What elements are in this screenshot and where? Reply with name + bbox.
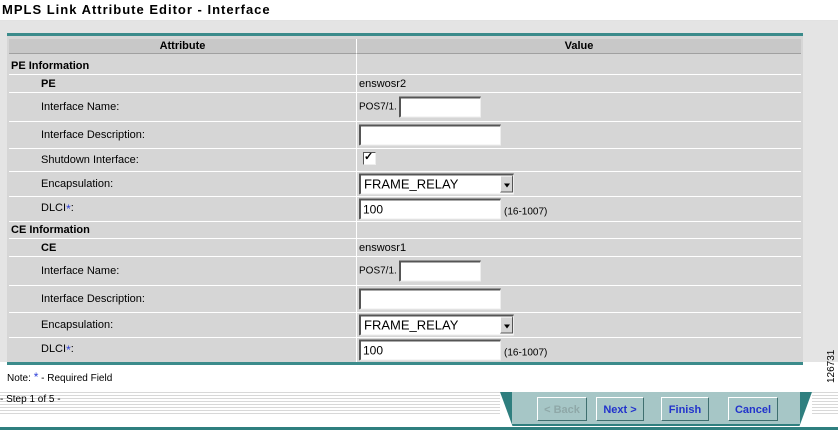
- pe-dlci-row: DLCI*: 100 (16-1007): [9, 197, 801, 221]
- ce-dlci-colon: :: [70, 343, 74, 355]
- ce-encapsulation-value: FRAME_RELAY: [364, 317, 459, 333]
- checkmark-icon: ✓: [364, 151, 374, 163]
- value-column-header: Value: [357, 39, 801, 54]
- chevron-down-icon[interactable]: [500, 316, 513, 334]
- pe-shutdown-row: Shutdown Interface: ✓: [9, 149, 801, 171]
- attribute-table: Attribute Value PE Information PE enswos…: [7, 33, 803, 365]
- footer-stripes-right: [812, 390, 838, 416]
- ce-encapsulation-row: Encapsulation: FRAME_RELAY: [9, 313, 801, 337]
- ce-interface-name-label: Interface Name:: [41, 265, 120, 277]
- ce-encapsulation-label: Encapsulation:: [41, 319, 114, 331]
- ce-dlci-label: DLCI*:: [41, 343, 74, 357]
- ce-row: CE enswosr1: [9, 239, 801, 256]
- ce-interface-desc-input[interactable]: [359, 288, 501, 310]
- step-indicator: - Step 1 of 5 -: [0, 394, 61, 405]
- chevron-down-icon[interactable]: [500, 175, 513, 193]
- pe-value: enswosr2: [359, 77, 407, 90]
- pe-shutdown-label: Shutdown Interface:: [41, 154, 139, 166]
- note-suffix: - Required Field: [38, 373, 113, 384]
- pe-interface-prefix: POS7/1.: [359, 101, 397, 113]
- pe-encapsulation-select[interactable]: FRAME_RELAY: [359, 173, 514, 195]
- pe-interface-desc-input[interactable]: [359, 124, 501, 146]
- pe-dlci-range: (16-1007): [504, 206, 548, 217]
- pe-encapsulation-value: FRAME_RELAY: [364, 176, 459, 192]
- ce-dlci-row: DLCI*: 100 (16-1007): [9, 338, 801, 362]
- pe-interface-name-label: Interface Name:: [41, 101, 120, 113]
- ce-interface-name-row: Interface Name: POS7/1.: [9, 257, 801, 285]
- pe-row: PE enswosr2: [9, 75, 801, 92]
- pe-label: PE: [41, 77, 56, 90]
- page-title: MPLS Link Attribute Editor - Interface: [2, 2, 271, 17]
- pe-section-row: PE Information: [9, 58, 801, 74]
- footer-rule: [0, 427, 838, 430]
- pe-dlci-input[interactable]: 100: [359, 198, 501, 220]
- pe-interface-name-row: Interface Name: POS7/1.: [9, 93, 801, 121]
- footer-stripes: [0, 390, 500, 416]
- ce-section-row: CE Information: [9, 222, 801, 238]
- ce-label: CE: [41, 241, 57, 254]
- required-field-note: Note: * - Required Field: [7, 370, 112, 384]
- ce-interface-desc-row: Interface Description:: [9, 286, 801, 312]
- pe-dlci-colon: :: [70, 202, 74, 214]
- ce-encapsulation-select[interactable]: FRAME_RELAY: [359, 314, 514, 336]
- pe-interface-name-input[interactable]: [398, 96, 481, 118]
- table-header-row: Attribute Value: [9, 39, 801, 54]
- ce-interface-desc-label: Interface Description:: [41, 293, 145, 305]
- ce-section-heading: CE Information: [11, 224, 90, 236]
- pe-interface-desc-row: Interface Description:: [9, 122, 801, 148]
- column-divider: [356, 54, 357, 362]
- pe-dlci-label-text: DLCI: [41, 202, 67, 214]
- finish-button[interactable]: Finish: [661, 397, 709, 421]
- back-button[interactable]: < Back: [537, 397, 587, 421]
- ce-dlci-input[interactable]: 100: [359, 339, 501, 361]
- ce-dlci-range: (16-1007): [504, 347, 548, 358]
- pe-encapsulation-label: Encapsulation:: [41, 178, 114, 190]
- ce-interface-name-input[interactable]: [398, 260, 481, 282]
- next-button[interactable]: Next >: [596, 397, 644, 421]
- attribute-column-header: Attribute: [9, 39, 357, 54]
- note-prefix: Note:: [7, 373, 34, 384]
- ce-interface-prefix: POS7/1.: [359, 265, 397, 277]
- pe-dlci-label: DLCI*:: [41, 202, 74, 216]
- pe-interface-desc-label: Interface Description:: [41, 129, 145, 141]
- cancel-button[interactable]: Cancel: [728, 397, 778, 421]
- pe-shutdown-checkbox[interactable]: ✓: [363, 151, 376, 165]
- pe-section-heading: PE Information: [11, 60, 90, 72]
- figure-number: 126731: [826, 349, 837, 383]
- ce-dlci-label-text: DLCI: [41, 343, 67, 355]
- ce-value: enswosr1: [359, 241, 407, 254]
- pe-encapsulation-row: Encapsulation: FRAME_RELAY: [9, 172, 801, 196]
